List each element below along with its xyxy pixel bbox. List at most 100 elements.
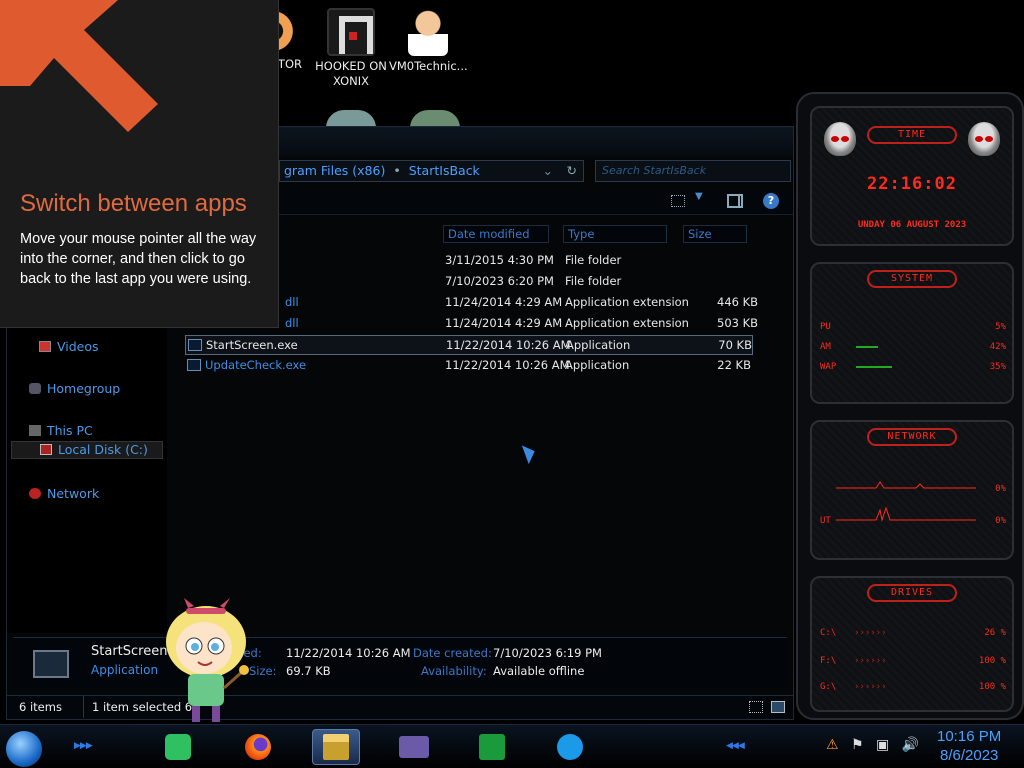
clock-time[interactable]: 10:16 PM — [937, 728, 1001, 745]
nav-label: Network — [47, 486, 100, 501]
preview-pane-icon[interactable] — [727, 194, 743, 208]
time-panel: TIME 22:16:02 UNDAY 06 AUGUST 2023 — [810, 106, 1014, 246]
column-header-date-modified[interactable]: Date modified — [443, 225, 549, 243]
view-options-icon[interactable] — [671, 195, 685, 207]
app-icon — [399, 736, 429, 758]
network-value: 0% — [995, 484, 1006, 494]
details-pane: StartScreen.e Application ified: 11/22/2… — [13, 637, 787, 687]
network-tray-icon[interactable]: ▣ — [876, 737, 889, 753]
drive-row: F:\ ›››››› 100 % — [820, 656, 1006, 666]
file-type: File folder — [565, 274, 622, 288]
action-center-icon[interactable]: ⚑ — [851, 737, 864, 753]
drives-title: DRIVES — [867, 584, 957, 602]
nav-item-network[interactable]: Network — [29, 486, 99, 501]
network-title: NETWORK — [867, 428, 957, 446]
clock-date[interactable]: 8/6/2023 — [940, 747, 998, 764]
desktop-icon-technician[interactable]: VM0Technic... — [389, 8, 468, 74]
taskbar-button-skype[interactable] — [546, 729, 594, 765]
computer-icon — [29, 425, 41, 436]
desktop-icon-label: HOOKED ON XONIX — [315, 59, 387, 88]
network-label: UT — [820, 516, 831, 526]
system-value: 35% — [989, 362, 1006, 372]
nav-item-videos[interactable]: Videos — [39, 339, 99, 354]
nav-item-local-disk[interactable]: Local Disk (C:) — [11, 441, 163, 459]
column-header-size[interactable]: Size — [683, 225, 747, 243]
file-name: dll — [285, 295, 299, 309]
taskbar-decoration: ▶▶▶ — [74, 741, 93, 751]
file-type: Application — [566, 338, 631, 352]
details-created-value: 7/10/2023 6:19 PM — [493, 646, 602, 660]
breadcrumb-separator-icon: • — [393, 163, 401, 178]
details-view-icon[interactable] — [749, 701, 763, 713]
file-date: 3/11/2015 4:30 PM — [445, 253, 554, 267]
network-panel: NETWORK 0% UT 0% — [810, 420, 1014, 560]
help-icon[interactable]: ? — [763, 193, 779, 209]
corner-arrow-icon — [0, 0, 158, 132]
breadcrumb-program-files[interactable]: gram Files (x86) — [284, 163, 385, 178]
file-size: 446 KB — [717, 295, 759, 309]
tip-title: Switch between apps — [20, 190, 247, 217]
nav-item-homegroup[interactable]: Homegroup — [29, 381, 120, 396]
file-type: File folder — [565, 253, 622, 267]
swap-bar — [856, 366, 892, 368]
taskbar-button-firefox[interactable] — [234, 729, 282, 765]
refresh-icon[interactable]: ↻ — [567, 161, 577, 181]
taskbar-button-app[interactable] — [390, 729, 438, 765]
drive-label: C:\ — [820, 628, 837, 638]
network-value: 0% — [995, 516, 1006, 526]
desktop-icon-xonix[interactable]: HOOKED ON XONIX — [312, 8, 390, 89]
system-label: WAP — [820, 362, 837, 372]
address-bar[interactable]: gram Files (x86) • StartIsBack ⌄ ↻ — [279, 160, 584, 182]
skype-icon — [557, 734, 583, 760]
mouse-cursor-icon — [521, 441, 539, 465]
file-type: Application extension — [565, 316, 689, 330]
taskbar-button-stocks[interactable] — [468, 729, 516, 765]
system-row-ram: AM 42% — [820, 342, 1006, 352]
drive-row: C:\ ›››››› 26 % — [820, 628, 1006, 638]
desktop-icon-label: VM0Technic... — [389, 59, 468, 73]
system-label: PU — [820, 322, 831, 332]
system-tray: ⚠ ⚑ ▣ 🔊 — [826, 737, 927, 753]
column-header-type[interactable]: Type — [563, 225, 667, 243]
system-panel: SYSTEM PU 5% AM 42% WAP 35% — [810, 262, 1014, 404]
drive-value: 26 % — [984, 628, 1006, 638]
chevron-down-icon[interactable]: ⌄ — [543, 161, 553, 181]
gadget-time: 22:16:02 — [867, 174, 957, 194]
system-label: AM — [820, 342, 831, 352]
start-orb-icon[interactable] — [6, 731, 42, 767]
xonix-game-icon — [327, 8, 375, 56]
system-title: SYSTEM — [867, 270, 957, 288]
breadcrumb-startisback[interactable]: StartIsBack — [409, 163, 480, 178]
file-row[interactable]: UpdateCheck.exe 11/22/2014 10:26 AM Appl… — [185, 356, 753, 376]
network-icon — [29, 488, 41, 499]
chevron-down-icon[interactable]: ▼ — [695, 191, 703, 202]
gadget-date: UNDAY 06 AUGUST 2023 — [857, 220, 967, 230]
taskbar-button-notes[interactable] — [154, 729, 202, 765]
search-input[interactable]: Search StartIsBack — [595, 160, 791, 182]
nav-item-this-pc[interactable]: This PC — [29, 423, 93, 438]
homegroup-icon — [29, 383, 41, 394]
status-bar: 6 items 1 item selected 6 — [7, 695, 793, 719]
notes-icon — [165, 734, 191, 760]
drive-value: 100 % — [978, 656, 1006, 666]
volume-icon[interactable]: 🔊 — [902, 737, 919, 753]
details-availability-label: Availability: — [421, 664, 487, 678]
file-date: 11/24/2014 4:29 AM — [445, 295, 563, 309]
file-explorer-icon — [323, 734, 349, 760]
alien-head-icon — [968, 122, 1000, 156]
warning-icon[interactable]: ⚠ — [826, 737, 839, 753]
large-icons-view-icon[interactable] — [771, 701, 785, 713]
file-thumbnail-icon — [33, 650, 69, 678]
videos-icon — [39, 341, 51, 352]
exe-file-icon — [187, 359, 201, 371]
taskbar-button-file-explorer[interactable] — [312, 729, 360, 765]
drive-row: G:\ ›››››› 100 % — [820, 682, 1006, 692]
details-file-kind: Application — [91, 663, 159, 677]
file-name: UpdateCheck.exe — [205, 358, 307, 372]
system-value: 42% — [989, 342, 1006, 352]
details-size-value: 69.7 KB — [286, 664, 331, 678]
file-name: StartScreen.exe — [206, 338, 298, 352]
file-row-selected[interactable]: StartScreen.exe 11/22/2014 10:26 AM Appl… — [185, 335, 753, 355]
taskbar: ▶▶▶ ◀◀◀ ⚠ ⚑ ▣ 🔊 10:16 PM 8/6/2023 — [0, 724, 1024, 768]
file-date: 11/24/2014 4:29 AM — [445, 316, 563, 330]
